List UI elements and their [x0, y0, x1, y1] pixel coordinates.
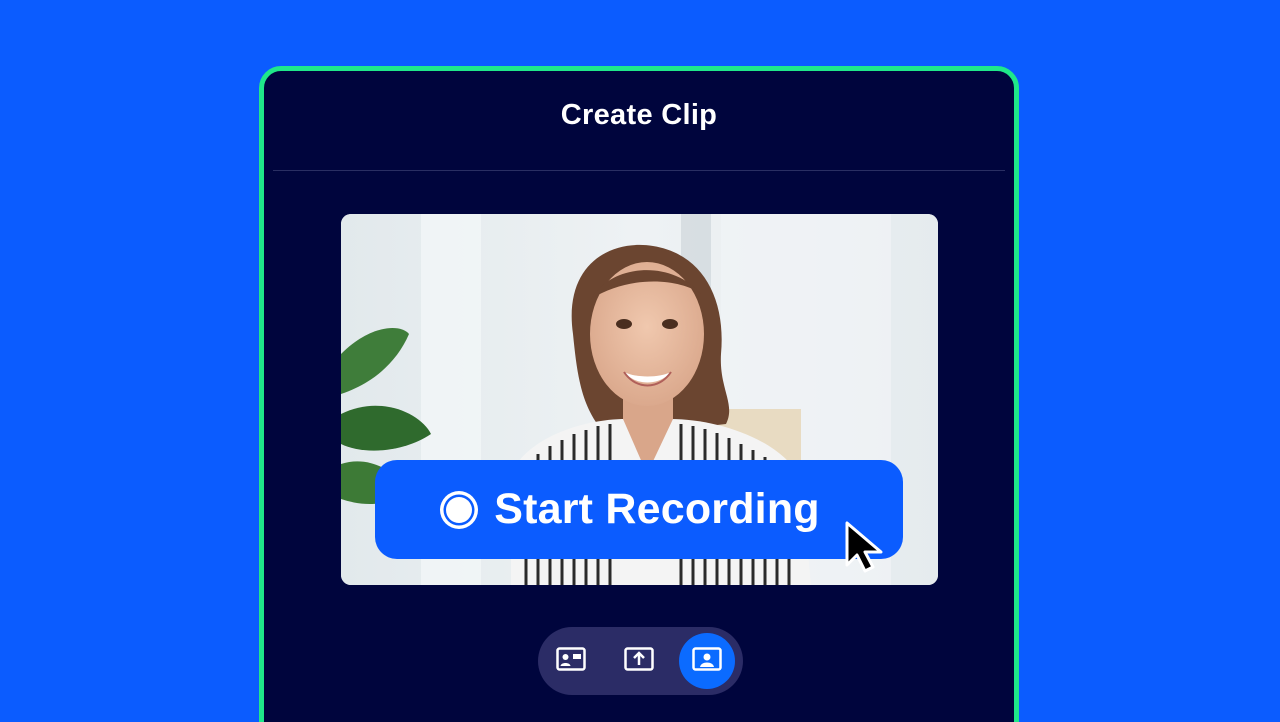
upload-icon: [624, 646, 654, 676]
mouse-pointer-icon: [841, 519, 889, 575]
start-recording-button[interactable]: Start Recording: [375, 460, 903, 559]
webcam-portrait-icon: [692, 646, 722, 676]
capture-mode-bar: [538, 627, 743, 695]
start-recording-label: Start Recording: [494, 485, 820, 533]
header-divider: [273, 170, 1005, 171]
panel-title: Create Clip: [560, 99, 718, 131]
mode-webcam-button[interactable]: [679, 633, 735, 689]
create-clip-panel: Create Clip Start Recording: [259, 66, 1019, 722]
video-card-icon: [556, 646, 586, 676]
record-icon: [438, 489, 480, 531]
mode-upload-button[interactable]: [611, 633, 667, 689]
mode-video-card-button[interactable]: [543, 633, 599, 689]
